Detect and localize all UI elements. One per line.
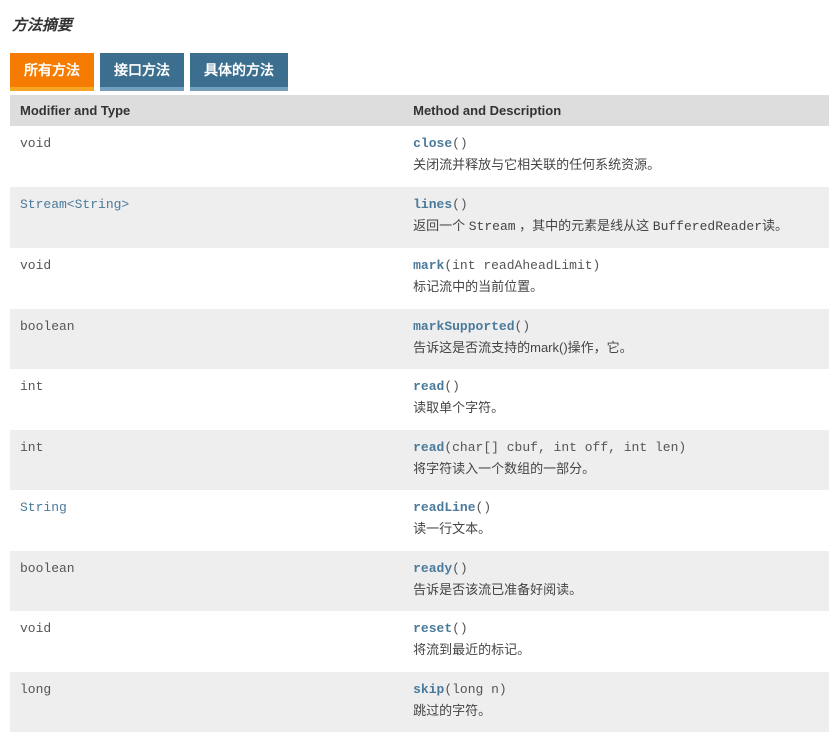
method-signature: lines() [413, 197, 819, 212]
method-name-link[interactable]: read [413, 379, 444, 394]
col-header-modifier: Modifier and Type [10, 95, 403, 126]
method-cell: lines() 返回一个 Stream ，其中的元素是线从这 BufferedRe… [403, 187, 829, 249]
method-params: () [444, 379, 460, 394]
method-cell: reset() 将流到最近的标记。 [403, 611, 829, 672]
desc-text: 关闭流并释放与它相关联的任何系统资源。 [413, 157, 660, 172]
modifier-cell: int [10, 369, 403, 430]
table-row: String readLine() 读一行文本。 [10, 490, 829, 551]
method-signature: mark(int readAheadLimit) [413, 258, 819, 273]
method-params: (long n) [444, 682, 506, 697]
desc-text: 跳过的字符。 [413, 703, 491, 718]
method-description: 关闭流并释放与它相关联的任何系统资源。 [413, 155, 819, 175]
method-name-link[interactable]: readLine [413, 500, 475, 515]
desc-text: 读。 [762, 218, 788, 233]
table-header-row: Modifier and Type Method and Description [10, 95, 829, 126]
method-cell: skip(long n) 跳过的字符。 [403, 672, 829, 733]
method-params: () [476, 500, 492, 515]
method-cell: ready() 告诉是否该流已准备好阅读。 [403, 551, 829, 612]
table-row: void mark(int readAheadLimit) 标记流中的当前位置。 [10, 248, 829, 309]
method-params: () [452, 136, 468, 151]
modifier-cell: boolean [10, 309, 403, 370]
method-description: 将流到最近的标记。 [413, 640, 819, 660]
method-cell: read() 读取单个字符。 [403, 369, 829, 430]
method-description: 跳过的字符。 [413, 701, 819, 721]
col-header-method: Method and Description [403, 95, 829, 126]
method-name-link[interactable]: read [413, 440, 444, 455]
method-signature: ready() [413, 561, 819, 576]
method-description: 标记流中的当前位置。 [413, 277, 819, 297]
method-params: () [452, 197, 468, 212]
method-params: () [515, 319, 531, 334]
modifier-cell: Stream<String> [10, 187, 403, 249]
method-cell: read(char[] cbuf, int off, int len) 将字符读入… [403, 430, 829, 491]
method-signature: reset() [413, 621, 819, 636]
desc-text: 告诉这是否流支持的mark()操作，它。 [413, 340, 633, 355]
method-cell: readLine() 读一行文本。 [403, 490, 829, 551]
tab-0[interactable]: 所有方法 [10, 53, 94, 91]
table-row: long skip(long n) 跳过的字符。 [10, 672, 829, 733]
method-description: 返回一个 Stream ，其中的元素是线从这 BufferedReader读。 [413, 216, 819, 237]
tab-1[interactable]: 接口方法 [100, 53, 184, 91]
desc-text: 读取单个字符。 [413, 400, 504, 415]
table-row: void close() 关闭流并释放与它相关联的任何系统资源。 [10, 126, 829, 187]
method-description: 读一行文本。 [413, 519, 819, 539]
modifier-cell: void [10, 248, 403, 309]
inline-code: Stream [469, 219, 516, 234]
method-params: (char[] cbuf, int off, int len) [444, 440, 686, 455]
desc-text: 告诉是否该流已准备好阅读。 [413, 582, 582, 597]
method-name-link[interactable]: mark [413, 258, 444, 273]
table-row: boolean markSupported() 告诉这是否流支持的mark()操作，… [10, 309, 829, 370]
method-summary-table: Modifier and Type Method and Description… [10, 95, 829, 732]
table-row: void reset() 将流到最近的标记。 [10, 611, 829, 672]
modifier-cell: int [10, 430, 403, 491]
method-description: 告诉是否该流已准备好阅读。 [413, 580, 819, 600]
desc-text: 将流到最近的标记。 [413, 642, 530, 657]
method-name-link[interactable]: close [413, 136, 452, 151]
method-params: () [452, 561, 468, 576]
table-row: intread()读取单个字符。 [10, 369, 829, 430]
method-signature: close() [413, 136, 819, 151]
modifier-cell: long [10, 672, 403, 733]
method-cell: close() 关闭流并释放与它相关联的任何系统资源。 [403, 126, 829, 187]
desc-text: 读一行文本。 [413, 521, 491, 536]
method-cell: mark(int readAheadLimit) 标记流中的当前位置。 [403, 248, 829, 309]
method-params: () [452, 621, 468, 636]
method-name-link[interactable]: skip [413, 682, 444, 697]
method-name-link[interactable]: ready [413, 561, 452, 576]
desc-text: ，其中的元素是线从这 [516, 218, 653, 233]
table-row: intread(char[] cbuf, int off, int len)将字… [10, 430, 829, 491]
desc-text: 返回一个 [413, 218, 469, 233]
section-title: 方法摘要 [12, 14, 829, 35]
type-link[interactable]: Stream<String> [20, 197, 129, 212]
method-signature: read() [413, 379, 819, 394]
type-link[interactable]: String [20, 500, 67, 515]
method-cell: markSupported() 告诉这是否流支持的mark()操作，它。 [403, 309, 829, 370]
tab-bar: 所有方法接口方法具体的方法 [10, 53, 829, 91]
table-row: Stream<String> lines() 返回一个 Stream ，其中的元素是… [10, 187, 829, 249]
modifier-cell: boolean [10, 551, 403, 612]
modifier-cell: String [10, 490, 403, 551]
method-signature: readLine() [413, 500, 819, 515]
method-name-link[interactable]: lines [413, 197, 452, 212]
desc-text: 将字符读入一个数组的一部分。 [413, 461, 595, 476]
method-description: 读取单个字符。 [413, 398, 819, 418]
table-row: boolean ready() 告诉是否该流已准备好阅读。 [10, 551, 829, 612]
inline-code: BufferedReader [653, 219, 762, 234]
method-signature: skip(long n) [413, 682, 819, 697]
method-params: (int readAheadLimit) [444, 258, 600, 273]
method-signature: markSupported() [413, 319, 819, 334]
modifier-cell: void [10, 126, 403, 187]
tab-2[interactable]: 具体的方法 [190, 53, 288, 91]
modifier-cell: void [10, 611, 403, 672]
method-name-link[interactable]: markSupported [413, 319, 514, 334]
method-description: 告诉这是否流支持的mark()操作，它。 [413, 338, 819, 358]
method-signature: read(char[] cbuf, int off, int len) [413, 440, 819, 455]
method-description: 将字符读入一个数组的一部分。 [413, 459, 819, 479]
desc-text: 标记流中的当前位置。 [413, 279, 543, 294]
method-name-link[interactable]: reset [413, 621, 452, 636]
